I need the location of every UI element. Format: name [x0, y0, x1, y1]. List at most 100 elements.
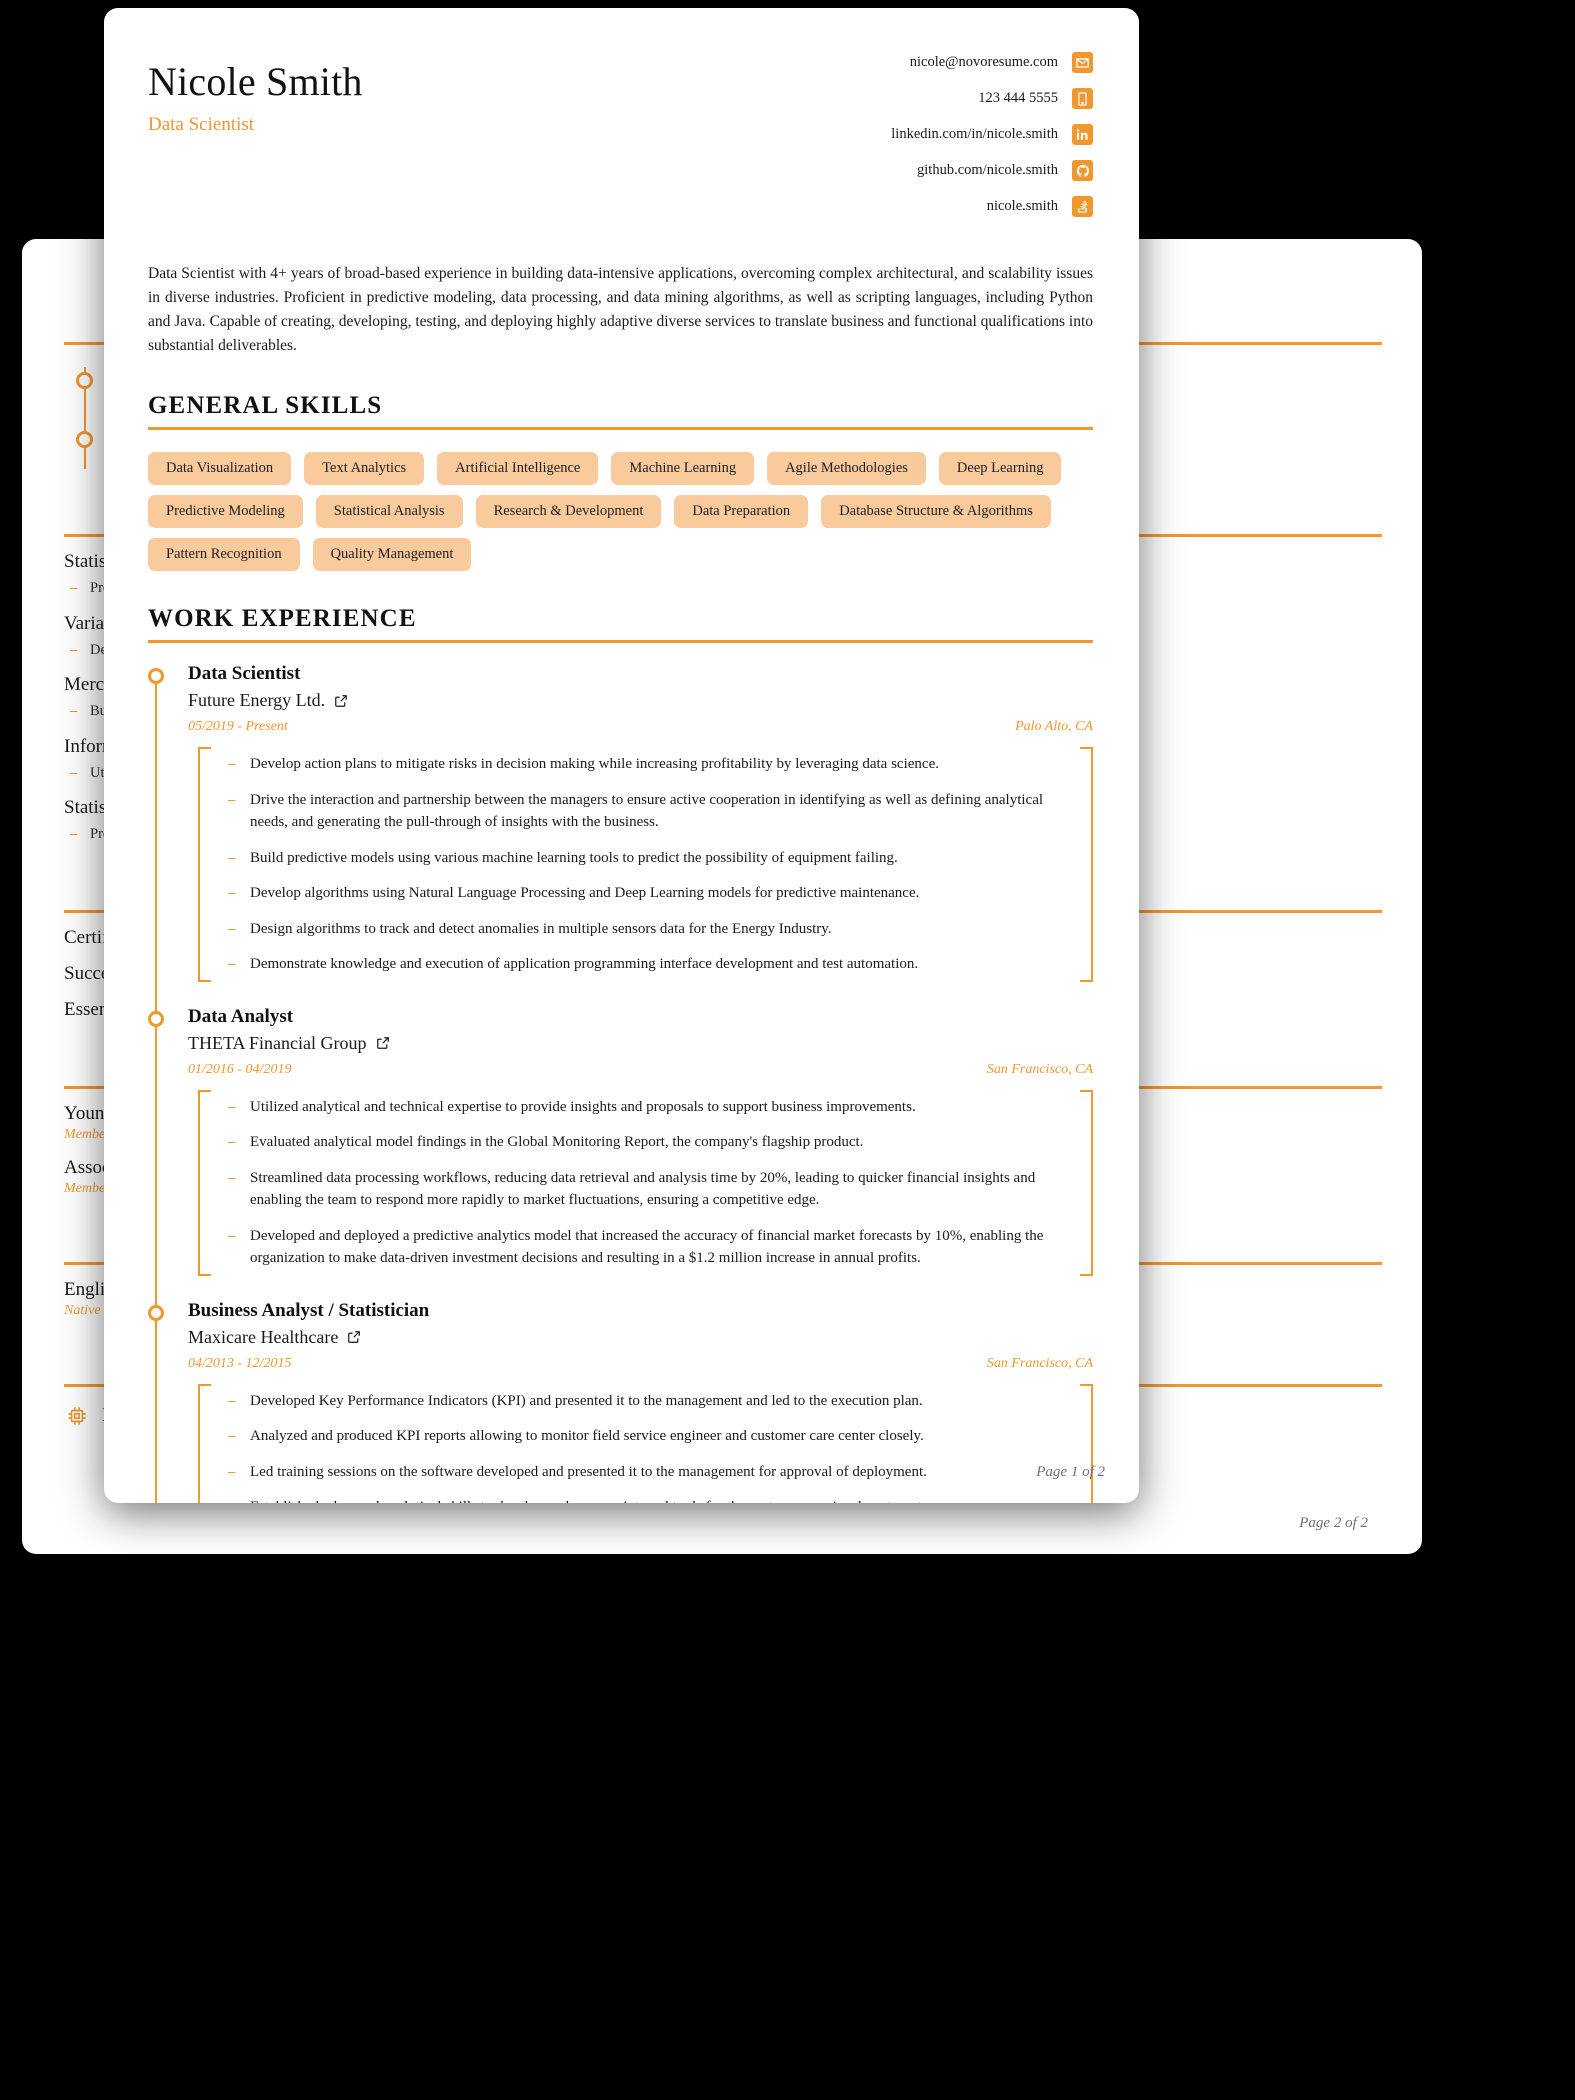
job-company-name: THETA Financial Group [188, 1032, 367, 1053]
candidate-name: Nicole Smith [148, 59, 363, 104]
resume-header: Nicole Smith Data Scientist nicole@novor… [148, 48, 1093, 232]
job-location: San Francisco, CA [986, 1355, 1093, 1371]
job-title: Data Analyst [188, 1005, 294, 1027]
timeline-dot-icon [76, 372, 93, 389]
external-link-icon[interactable] [376, 1036, 390, 1050]
contact-stackoverflow-text: nicole.smith [986, 198, 1058, 214]
contact-row-stackoverflow[interactable]: nicole.smith [891, 196, 1093, 217]
job-bullet: Developed Key Performance Indicators (KP… [226, 1390, 1067, 1413]
job-bullet: Analyzed and produced KPI reports allowi… [226, 1425, 1067, 1448]
contact-email-text: nicole@novoresume.com [909, 54, 1058, 70]
job-title: Business Analyst / Statistician [188, 1299, 430, 1321]
chip-icon [64, 1403, 90, 1429]
contact-row-email[interactable]: nicole@novoresume.com [891, 52, 1093, 73]
timeline-dot-icon [148, 668, 164, 685]
skill-tag: Data Visualization [148, 452, 292, 486]
candidate-role: Data Scientist [148, 114, 255, 135]
job-company: Future Energy Ltd. [188, 690, 1093, 711]
skill-tag: Agile Methodologies [767, 452, 926, 486]
skill-tag: Database Structure & Algorithms [821, 495, 1051, 529]
bracket-right-decoration [1080, 1383, 1093, 1503]
skills-tag-list: Data Visualization Text Analytics Artifi… [148, 452, 1093, 572]
job-meta: 01/2016 - 04/2019 San Francisco, CA [188, 1062, 1093, 1078]
bracket-right-decoration [1080, 747, 1093, 982]
job-dates: 01/2016 - 04/2019 [188, 1061, 292, 1077]
job-location: Palo Alto, CA [1015, 719, 1093, 735]
experience-item: Business Analyst / Statistician Maxicare… [148, 1299, 1093, 1503]
general-skills-section: GENERAL SKILLS Data Visualization Text A… [148, 392, 1093, 572]
contact-list: nicole@novoresume.com 123 444 5555 linke… [891, 52, 1093, 232]
job-bullet: Demonstrate knowledge and execution of a… [226, 953, 1067, 976]
phone-icon [1072, 88, 1093, 109]
contact-github-text: github.com/nicole.smith [917, 162, 1058, 178]
contact-row-github[interactable]: github.com/nicole.smith [891, 160, 1093, 181]
experience-list: Data Scientist Future Energy Ltd. 05/201… [148, 663, 1093, 1503]
job-bullet: Develop action plans to mitigate risks i… [226, 753, 1067, 776]
page-2-footer: Page 2 of 2 [1299, 1515, 1368, 1531]
job-bullet: Led training sessions on the software de… [226, 1461, 1067, 1484]
timeline-dot-icon [148, 1010, 164, 1027]
bracket-left-decoration [198, 1089, 211, 1276]
job-meta: 04/2013 - 12/2015 San Francisco, CA [188, 1356, 1093, 1372]
job-bullet: Streamlined data processing workflows, r… [226, 1167, 1067, 1212]
skill-tag: Statistical Analysis [315, 495, 463, 529]
job-company: THETA Financial Group [188, 1033, 1093, 1054]
github-icon [1072, 160, 1093, 181]
skill-tag: Deep Learning [938, 452, 1062, 486]
work-experience-title: WORK EXPERIENCE [148, 605, 417, 633]
email-icon [1072, 52, 1093, 73]
experience-item: Data Scientist Future Energy Ltd. 05/201… [148, 663, 1093, 982]
job-bullets: Develop action plans to mitigate risks i… [198, 747, 1093, 982]
skill-tag: Artificial Intelligence [437, 452, 599, 486]
job-bullets: Developed Key Performance Indicators (KP… [198, 1383, 1093, 1503]
skill-tag: Text Analytics [304, 452, 425, 486]
contact-phone-text: 123 444 5555 [978, 90, 1058, 106]
external-link-icon[interactable] [334, 694, 348, 708]
job-bullet: Build predictive models using various ma… [226, 847, 1067, 870]
contact-row-phone[interactable]: 123 444 5555 [891, 88, 1093, 109]
screenshot-stage: EDUCATION Master of Science in Data Scie… [0, 0, 1575, 2100]
bracket-left-decoration [198, 747, 211, 982]
section-divider [148, 640, 1093, 644]
job-company: Maxicare Healthcare [188, 1327, 1093, 1348]
job-bullet: Develop algorithms using Natural Languag… [226, 882, 1067, 905]
job-bullet: Established advanced analytical skills t… [226, 1496, 1067, 1503]
job-meta: 05/2019 - Present Palo Alto, CA [188, 719, 1093, 735]
section-divider [148, 427, 1093, 431]
job-title: Data Scientist [188, 663, 301, 685]
professional-summary: Data Scientist with 4+ years of broad-ba… [148, 265, 1093, 355]
job-location: San Francisco, CA [986, 1061, 1093, 1077]
job-company-name: Maxicare Healthcare [188, 1326, 339, 1347]
job-bullets: Utilized analytical and technical expert… [198, 1089, 1093, 1276]
page-1-footer: Page 1 of 2 [1036, 1464, 1105, 1480]
bracket-left-decoration [198, 1383, 211, 1503]
skill-tag: Quality Management [312, 538, 472, 572]
skill-tag: Data Preparation [674, 495, 809, 529]
job-bullet: Developed and deployed a predictive anal… [226, 1225, 1067, 1270]
skill-tag: Research & Development [475, 495, 662, 529]
skill-tag: Pattern Recognition [148, 538, 300, 572]
linkedin-icon [1072, 124, 1093, 145]
general-skills-title: GENERAL SKILLS [148, 392, 383, 420]
skill-tag: Machine Learning [611, 452, 755, 486]
contact-row-linkedin[interactable]: linkedin.com/in/nicole.smith [891, 124, 1093, 145]
job-bullet: Utilized analytical and technical expert… [226, 1096, 1067, 1119]
identity-block: Nicole Smith Data Scientist [148, 48, 363, 136]
experience-timeline [155, 675, 157, 1503]
timeline-dot-icon [148, 1304, 164, 1321]
work-experience-section: WORK EXPERIENCE Data Scientist Future En… [148, 605, 1093, 1503]
job-bullet: Evaluated analytical model findings in t… [226, 1131, 1067, 1154]
experience-item: Data Analyst THETA Financial Group 01/20… [148, 1005, 1093, 1276]
job-company-name: Future Energy Ltd. [188, 690, 326, 711]
job-dates: 04/2013 - 12/2015 [188, 1355, 292, 1371]
skill-tag: Predictive Modeling [148, 495, 303, 529]
resume-page-1: Nicole Smith Data Scientist nicole@novor… [104, 8, 1139, 1503]
job-dates: 05/2019 - Present [188, 719, 288, 735]
timeline-dot-icon [76, 431, 93, 448]
job-bullet: Design algorithms to track and detect an… [226, 918, 1067, 941]
contact-linkedin-text: linkedin.com/in/nicole.smith [891, 126, 1058, 142]
job-bullet: Drive the interaction and partnership be… [226, 789, 1067, 834]
stackoverflow-icon [1072, 196, 1093, 217]
bracket-right-decoration [1080, 1089, 1093, 1276]
external-link-icon[interactable] [347, 1330, 361, 1344]
